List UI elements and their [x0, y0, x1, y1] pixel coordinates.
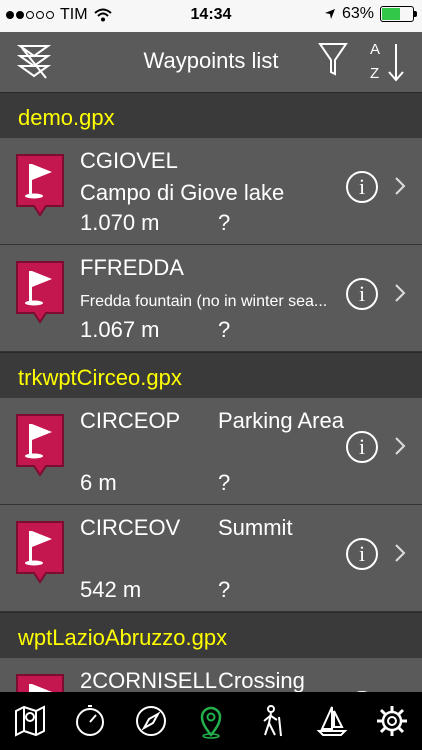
waypoint-description: Fredda fountain (no in winter sea... — [80, 293, 328, 310]
waypoint-extra: ? — [218, 210, 231, 235]
info-icon[interactable]: i — [346, 278, 378, 310]
map-icon — [15, 705, 46, 737]
flag-icon — [16, 521, 64, 584]
waypoint-name: FFREDDA — [80, 255, 184, 280]
tab-sailing[interactable] — [301, 692, 361, 750]
info-icon[interactable]: i — [346, 431, 378, 463]
waypoint-elevation: 1.070 m — [80, 210, 160, 235]
waypoint-description: Crossing — [218, 668, 305, 692]
waypoint-row[interactable]: 2CORNISELL Crossing i — [0, 658, 422, 692]
status-bar: TIM 14:34 63% — [0, 0, 422, 32]
info-icon[interactable]: i — [346, 171, 378, 203]
tab-map[interactable] — [0, 692, 60, 750]
flag-icon — [16, 261, 64, 324]
sort-z-label: Z — [370, 65, 379, 82]
chevron-right-icon[interactable] — [392, 279, 408, 307]
location-arrow-icon — [324, 9, 335, 19]
tab-settings[interactable] — [362, 692, 422, 750]
section-header: wptLazioAbruzzo.gpx — [0, 612, 422, 658]
waypoint-row[interactable]: CGIOVEL Campo di Giove lake 1.070 m ? i — [0, 138, 422, 245]
waypoint-name: CIRCEOP — [80, 408, 181, 433]
flag-icon — [16, 674, 64, 692]
tab-dial[interactable] — [60, 692, 120, 750]
waypoint-extra: ? — [218, 577, 231, 602]
waypoint-name: CGIOVEL — [80, 148, 178, 173]
tab-bar — [0, 692, 422, 750]
waypoint-name: 2CORNISELL — [80, 668, 217, 692]
waypoint-list[interactable]: demo.gpx CGIOVEL Campo di Giove lake 1.0… — [0, 92, 422, 692]
flag-icon — [16, 154, 64, 217]
section-header: trkwptCirceo.gpx — [0, 352, 422, 398]
waypoint-description: Parking Area — [218, 408, 344, 433]
gear-icon — [376, 706, 407, 736]
waypoint-elevation: 1.067 m — [80, 317, 160, 342]
compass-dial-icon — [76, 705, 105, 736]
tab-hiking[interactable] — [241, 692, 301, 750]
tab-compass[interactable] — [121, 692, 181, 750]
section-header: demo.gpx — [0, 92, 422, 138]
info-icon[interactable]: i — [346, 538, 378, 570]
waypoint-row[interactable]: CIRCEOP Parking Area 6 m ? i — [0, 398, 422, 505]
chevron-right-icon[interactable] — [392, 432, 408, 460]
waypoint-row[interactable]: FFREDDA Fredda fountain (no in winter se… — [0, 245, 422, 352]
flag-icon — [16, 414, 64, 477]
waypoint-description: Summit — [218, 515, 293, 540]
waypoint-pin-icon — [200, 706, 222, 739]
sort-a-label: A — [370, 41, 380, 58]
sailboat-icon — [316, 706, 347, 736]
nav-bar: Waypoints list A Z — [0, 32, 422, 92]
waypoint-elevation: 542 m — [80, 577, 142, 602]
tab-waypoints[interactable] — [181, 692, 241, 750]
waypoint-extra: ? — [218, 470, 231, 495]
waypoint-elevation: 6 m — [80, 470, 117, 495]
page-title: Waypoints list — [143, 48, 279, 73]
sort-az-icon[interactable]: A Z — [362, 36, 410, 86]
compass-icon — [135, 706, 166, 736]
filter-icon[interactable] — [318, 40, 348, 80]
waypoint-description: Campo di Giove lake — [80, 180, 285, 205]
hiker-icon — [263, 705, 283, 737]
chevron-right-icon[interactable] — [392, 539, 408, 567]
waypoint-row[interactable]: CIRCEOV Summit 542 m ? i — [0, 505, 422, 612]
battery-percent: 63% — [341, 5, 374, 22]
battery-group: 63% — [324, 5, 417, 23]
chevron-right-icon[interactable] — [392, 172, 408, 200]
battery-icon — [380, 6, 417, 22]
waypoint-name: CIRCEOV — [80, 515, 181, 540]
waypoint-extra: ? — [218, 317, 231, 342]
